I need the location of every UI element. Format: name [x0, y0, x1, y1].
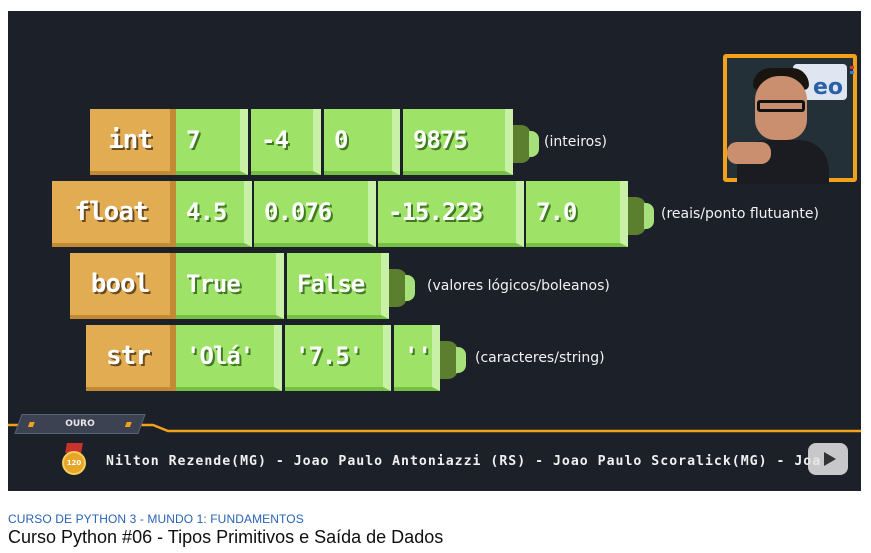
supporters-ticker: Nilton Rezende(MG) - Joao Paulo Antoniaz… [106, 454, 822, 469]
type-block-str: str [86, 325, 176, 391]
block-endcap [440, 341, 466, 379]
value-block: True [176, 253, 284, 319]
value-label: 0 [334, 126, 348, 154]
value-block: 0 [324, 109, 400, 175]
type-block-bool: bool [70, 253, 176, 319]
type-description: (reais/ponto flutuante) [661, 206, 819, 222]
sign-text: eo [812, 75, 843, 100]
value-label: 9875 [413, 126, 468, 154]
block-endcap [513, 125, 539, 163]
presenter-glasses [757, 100, 805, 112]
value-label: -4 [261, 126, 289, 154]
tier-badge: OURO [14, 414, 146, 434]
value-label: 'Olá' [186, 342, 254, 370]
corner-decoration [850, 66, 856, 80]
type-description: (valores lógicos/boleanos) [427, 278, 610, 294]
value-block: -15.223 [378, 181, 524, 247]
medal-value: 120 [62, 451, 86, 475]
type-block-float: float [52, 181, 176, 247]
video-player[interactable]: int 7 -4 0 9875 (inteiros) float 4.5 0.0… [8, 11, 861, 491]
value-block: 4.5 [176, 181, 252, 247]
webcam-overlay: eo [723, 54, 857, 184]
block-endcap [628, 197, 654, 235]
value-label: 4.5 [186, 198, 227, 226]
value-label: False [297, 270, 365, 298]
type-label: int [108, 125, 153, 155]
type-label: bool [90, 269, 151, 299]
value-label: 0.076 [264, 198, 332, 226]
type-block-int: int [90, 109, 176, 175]
value-label: -15.223 [388, 198, 483, 226]
value-block: False [287, 253, 389, 319]
value-label: '7.5' [295, 342, 363, 370]
type-description: (inteiros) [544, 134, 607, 150]
value-block: '' [394, 325, 440, 391]
value-block: -4 [251, 109, 321, 175]
type-row-bool: bool True False (valores lógicos/boleano… [8, 253, 861, 323]
value-label: 7.0 [536, 198, 577, 226]
play-icon[interactable] [808, 443, 848, 475]
value-label: '' [404, 342, 432, 370]
type-description: (caracteres/string) [475, 350, 605, 366]
value-block: '7.5' [285, 325, 391, 391]
tier-badge-label: OURO [65, 419, 95, 429]
value-block: 0.076 [254, 181, 376, 247]
value-label: True [186, 270, 241, 298]
type-row-float: float 4.5 0.076 -15.223 7.0 (reais/ponto… [8, 181, 861, 251]
video-title: Curso Python #06 - Tipos Primitivos e Sa… [8, 527, 444, 547]
value-block: 7 [176, 109, 248, 175]
value-block: 9875 [403, 109, 513, 175]
value-label: 7 [186, 126, 200, 154]
value-block: 'Olá' [176, 325, 282, 391]
type-label: float [74, 197, 148, 227]
playlist-link[interactable]: CURSO DE PYTHON 3 - MUNDO 1: FUNDAMENTOS [8, 512, 304, 526]
presenter-hand [727, 142, 771, 164]
value-block: 7.0 [526, 181, 628, 247]
medal-icon: 120 [62, 443, 86, 475]
block-endcap [389, 269, 415, 307]
type-label: str [106, 341, 151, 371]
type-row-str: str 'Olá' '7.5' '' (caracteres/string) [8, 325, 861, 395]
